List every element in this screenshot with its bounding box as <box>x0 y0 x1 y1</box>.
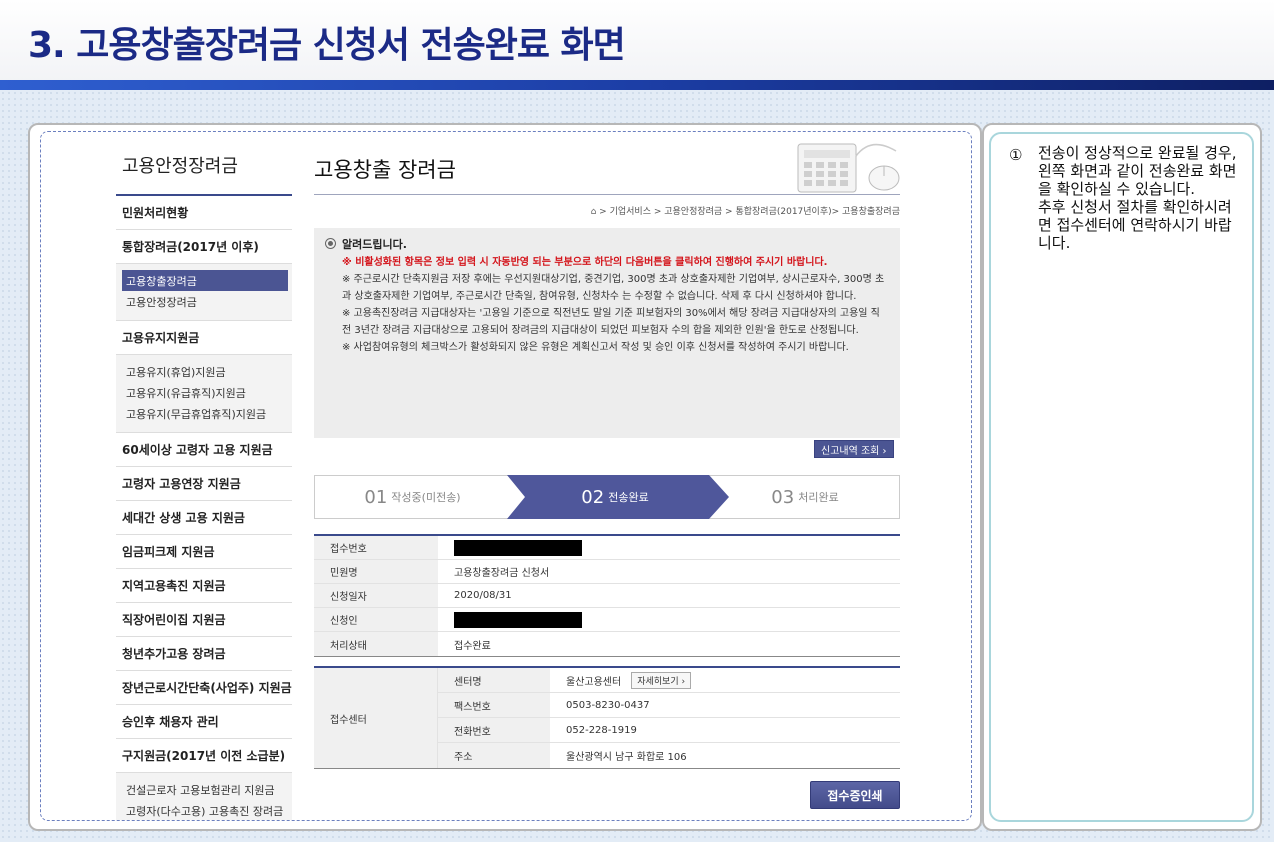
table-row: 주소 울산광역시 남구 화합로 106 <box>438 743 900 768</box>
step-1-number: 01 <box>364 486 388 508</box>
step-2-number: 02 <box>581 486 605 508</box>
phone-label: 전화번호 <box>438 718 550 742</box>
nav-item-daycare[interactable]: 직장어린이집 지원금 <box>116 603 292 637</box>
progress-steps: 01 작성중(미전송) 02 전송완료 03 처리완료 <box>314 475 900 519</box>
notice-heading: 알려드립니다. <box>342 238 407 251</box>
status-label: 처리상태 <box>314 632 438 656</box>
receiving-center-table: 접수센터 센터명 울산고용센터 자세히보기 › 팩스번호 0503-8230-0… <box>314 666 900 769</box>
home-icon[interactable]: ⌂ <box>591 207 597 217</box>
slide-title: 3. 고용창출장려금 신청서 전송완료 화면 <box>28 25 626 66</box>
step-1-label: 작성중(미전송) <box>391 491 461 504</box>
bullet-icon <box>326 239 335 248</box>
address-label: 주소 <box>438 743 550 768</box>
nav-item-youth[interactable]: 청년추가고용 장려금 <box>116 637 292 671</box>
breadcrumb-path[interactable]: > 기업서비스 > 고용안정장려금 > 통합장려금(2017년이후)> 고용창출… <box>599 207 900 217</box>
redaction-bar <box>454 611 582 628</box>
receiving-center-label: 접수센터 <box>314 668 438 768</box>
nav-item-senior-60[interactable]: 60세이상 고령자 고용 지원금 <box>116 433 292 467</box>
table-row: 신청인 <box>314 608 900 632</box>
nav-title: 고용안정장려금 <box>122 156 238 177</box>
nav-item-wage-peak[interactable]: 임금피크제 지원금 <box>116 535 292 569</box>
step-2-label: 전송완료 <box>608 491 649 504</box>
address-value: 울산광역시 남구 화합로 106 <box>566 752 687 763</box>
step-1: 01 작성중(미전송) <box>315 476 510 518</box>
table-row: 민원명 고용창출장려금 신청서 <box>314 560 900 584</box>
description-panel: ① 전송이 정상적으로 완료될 경우, 왼쪽 화면과 같이 전송완료 화면을 확… <box>982 123 1262 831</box>
breadcrumb: ⌂ > 기업서비스 > 고용안정장려금 > 통합장려금(2017년이후)> 고용… <box>314 204 900 217</box>
petition-name-label: 민원명 <box>314 560 438 583</box>
fax-value: 0503-8230-0437 <box>566 699 650 711</box>
screenshot-frame: 고용안정장려금 민원처리현황 통합장려금(2017년 이후) 고용창출장려금 고… <box>28 123 982 831</box>
petition-name-value: 고용창출장려금 신청서 <box>454 568 550 579</box>
nav-list: 민원처리현황 통합장려금(2017년 이후) 고용창출장려금 고용안정장려금 고… <box>116 196 292 820</box>
page-title: 고용창출 장려금 <box>314 158 456 182</box>
step-3-number: 03 <box>771 486 795 508</box>
nav-submenu-maintenance: 고용유지(휴업)지원금 고용유지(유급휴직)지원금 고용유지(무급휴업휴직)지원… <box>116 355 292 433</box>
apply-date-value: 2020/08/31 <box>454 590 512 601</box>
nav-item-approved-hires[interactable]: 승인후 채용자 관리 <box>116 705 292 739</box>
description-box: ① 전송이 정상적으로 완료될 경우, 왼쪽 화면과 같이 전송완료 화면을 확… <box>989 132 1254 822</box>
print-receipt-button[interactable]: 접수증인쇄 <box>810 781 900 809</box>
nav-subitem-maintenance-closure[interactable]: 고용유지(휴업)지원금 <box>122 361 292 382</box>
step-2-active: 02 전송완료 <box>520 476 710 518</box>
nav-subitem-construction[interactable]: 건설근로자 고용보험관리 지원금 <box>122 779 292 800</box>
nav-subitem-senior-multi[interactable]: 고령자(다수고용) 고용촉진 장려금 <box>122 800 292 820</box>
calculator-mouse-illustration <box>797 143 900 193</box>
fax-label: 팩스번호 <box>438 693 550 717</box>
slide-title-rule <box>0 80 1274 90</box>
table-row: 전화번호 052-228-1919 <box>438 718 900 743</box>
center-name-value: 울산고용센터 자세히보기 › <box>550 668 900 692</box>
step-3-label: 처리완료 <box>798 491 839 504</box>
receipt-number-value <box>438 536 900 559</box>
table-row: 센터명 울산고용센터 자세히보기 › <box>438 668 900 693</box>
nav-subitem-employment-creation[interactable]: 고용창출장려금 <box>122 270 288 291</box>
center-name: 울산고용센터 <box>566 676 622 688</box>
apply-date-label: 신청일자 <box>314 584 438 607</box>
nav-item-intergenerational[interactable]: 세대간 상생 고용 지원금 <box>116 501 292 535</box>
notice-red-text: ※ 비활성화된 항목은 정보 입력 시 자동반영 되는 부분으로 하단의 다음버… <box>342 257 828 268</box>
notice-box: 알려드립니다. ※ 비활성화된 항목은 정보 입력 시 자동반영 되는 부분으로… <box>314 228 900 438</box>
title-divider <box>314 194 900 195</box>
nav-item-working-hours[interactable]: 장년근로시간단축(사업주) 지원금 <box>116 671 292 705</box>
center-rows: 센터명 울산고용센터 자세히보기 › 팩스번호 0503-8230-0437 전… <box>438 668 900 768</box>
application-info-table: 접수번호 민원명 고용창출장려금 신청서 신청일자 2020/08/31 신청인… <box>314 534 900 657</box>
applicant-label: 신청인 <box>314 608 438 631</box>
notice-paragraph-1: ※ 주근로시간 단축지원금 저장 후에는 우선지원대상기업, 중견기업, 300… <box>342 274 885 302</box>
notice-paragraph-2: ※ 고용촉진장려금 지급대상자는 '고용일 기준으로 직전년도 말일 기준 피보… <box>342 308 880 336</box>
phone-value: 052-228-1919 <box>566 724 637 736</box>
table-row: 신청일자 2020/08/31 <box>314 584 900 608</box>
nav-item-integrated-subsidy[interactable]: 통합장려금(2017년 이후) <box>116 230 292 264</box>
nav-subitem-employment-stability[interactable]: 고용안정장려금 <box>122 291 292 312</box>
nav-item-legacy-subsidy[interactable]: 구지원금(2017년 이전 소급분) <box>116 739 292 773</box>
nav-item-petition-status[interactable]: 민원처리현황 <box>116 196 292 230</box>
nav-subitem-maintenance-paid-leave[interactable]: 고용유지(유급휴직)지원금 <box>122 382 292 403</box>
history-lookup-button[interactable]: 신고내역 조회 › <box>814 440 894 458</box>
nav-subitem-maintenance-unpaid[interactable]: 고용유지(무급휴업휴직)지원금 <box>122 403 292 424</box>
center-name-label: 센터명 <box>438 668 550 692</box>
receipt-number-label: 접수번호 <box>314 536 438 559</box>
table-row: 팩스번호 0503-8230-0437 <box>438 693 900 718</box>
nav-item-regional[interactable]: 지역고용촉진 지원금 <box>116 569 292 603</box>
slide-header: 3. 고용창출장려금 신청서 전송완료 화면 <box>0 0 1274 82</box>
redaction-bar <box>454 539 582 556</box>
notice-paragraph-3: ※ 사업참여유형의 체크박스가 활성화되지 않은 유형은 계획신고서 작성 및 … <box>342 342 849 353</box>
table-row: 처리상태 접수완료 <box>314 632 900 656</box>
nav-submenu-legacy: 건설근로자 고용보험관리 지원금 고령자(다수고용) 고용촉진 장려금 <box>116 773 292 820</box>
table-row: 접수번호 <box>314 536 900 560</box>
status-value: 접수완료 <box>454 640 491 652</box>
nav-item-employment-maintenance[interactable]: 고용유지지원금 <box>116 321 292 355</box>
step-3: 03 처리완료 <box>710 476 900 518</box>
nav-item-senior-extension[interactable]: 고령자 고용연장 지원금 <box>116 467 292 501</box>
center-detail-button[interactable]: 자세히보기 › <box>631 671 692 689</box>
nav-submenu-integrated: 고용창출장려금 고용안정장려금 <box>116 264 292 321</box>
screenshot-content: 고용안정장려금 민원처리현황 통합장려금(2017년 이후) 고용창출장려금 고… <box>40 131 972 821</box>
description-number: ① <box>1009 146 1023 164</box>
description-text: 전송이 정상적으로 완료될 경우, 왼쪽 화면과 같이 전송완료 화면을 확인하… <box>1038 144 1237 252</box>
applicant-value <box>438 608 900 631</box>
